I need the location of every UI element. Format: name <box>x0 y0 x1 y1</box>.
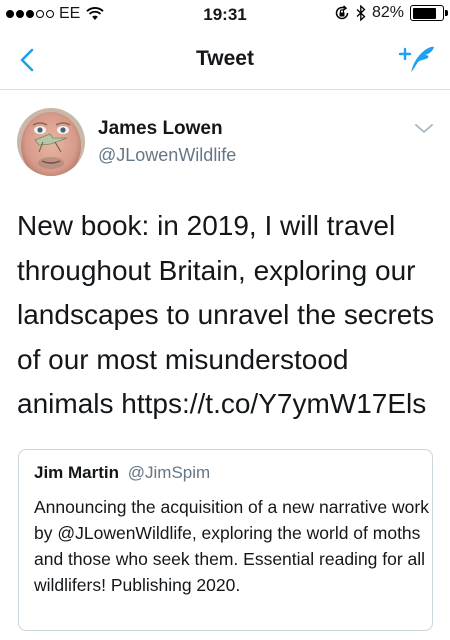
chevron-down-icon <box>415 124 433 133</box>
tweet-text: New book: in 2019, I will travel through… <box>17 210 435 419</box>
quoted-tweet-header: Jim Martin @JimSpim <box>34 463 210 483</box>
orientation-lock-icon <box>335 5 349 20</box>
battery-fill <box>412 7 437 19</box>
status-right: 82% <box>334 4 448 22</box>
quoted-tweet-text: Announcing the acquisition of a new narr… <box>34 497 429 595</box>
battery-percent: 82% <box>371 4 404 21</box>
compose-tweet-button[interactable] <box>398 42 436 76</box>
bluetooth-icon <box>356 5 366 21</box>
quoted-author-name: Jim Martin <box>34 463 120 482</box>
quoted-author-handle: @JimSpim <box>127 463 211 482</box>
compose-tweet-icon <box>398 46 434 72</box>
author-handle[interactable]: @JLowenWildlife <box>98 145 236 166</box>
tweet-menu-button[interactable] <box>412 120 436 138</box>
battery-icon <box>410 5 448 21</box>
quoted-tweet-card[interactable]: Jim Martin @JimSpim Announcing the acqui… <box>18 449 433 631</box>
status-bar: EE 19:31 82% <box>0 0 450 32</box>
nav-bar: Tweet <box>0 32 450 90</box>
page-title: Tweet <box>196 47 254 70</box>
avatar[interactable] <box>17 108 85 176</box>
author-name[interactable]: James Lowen <box>98 118 223 140</box>
